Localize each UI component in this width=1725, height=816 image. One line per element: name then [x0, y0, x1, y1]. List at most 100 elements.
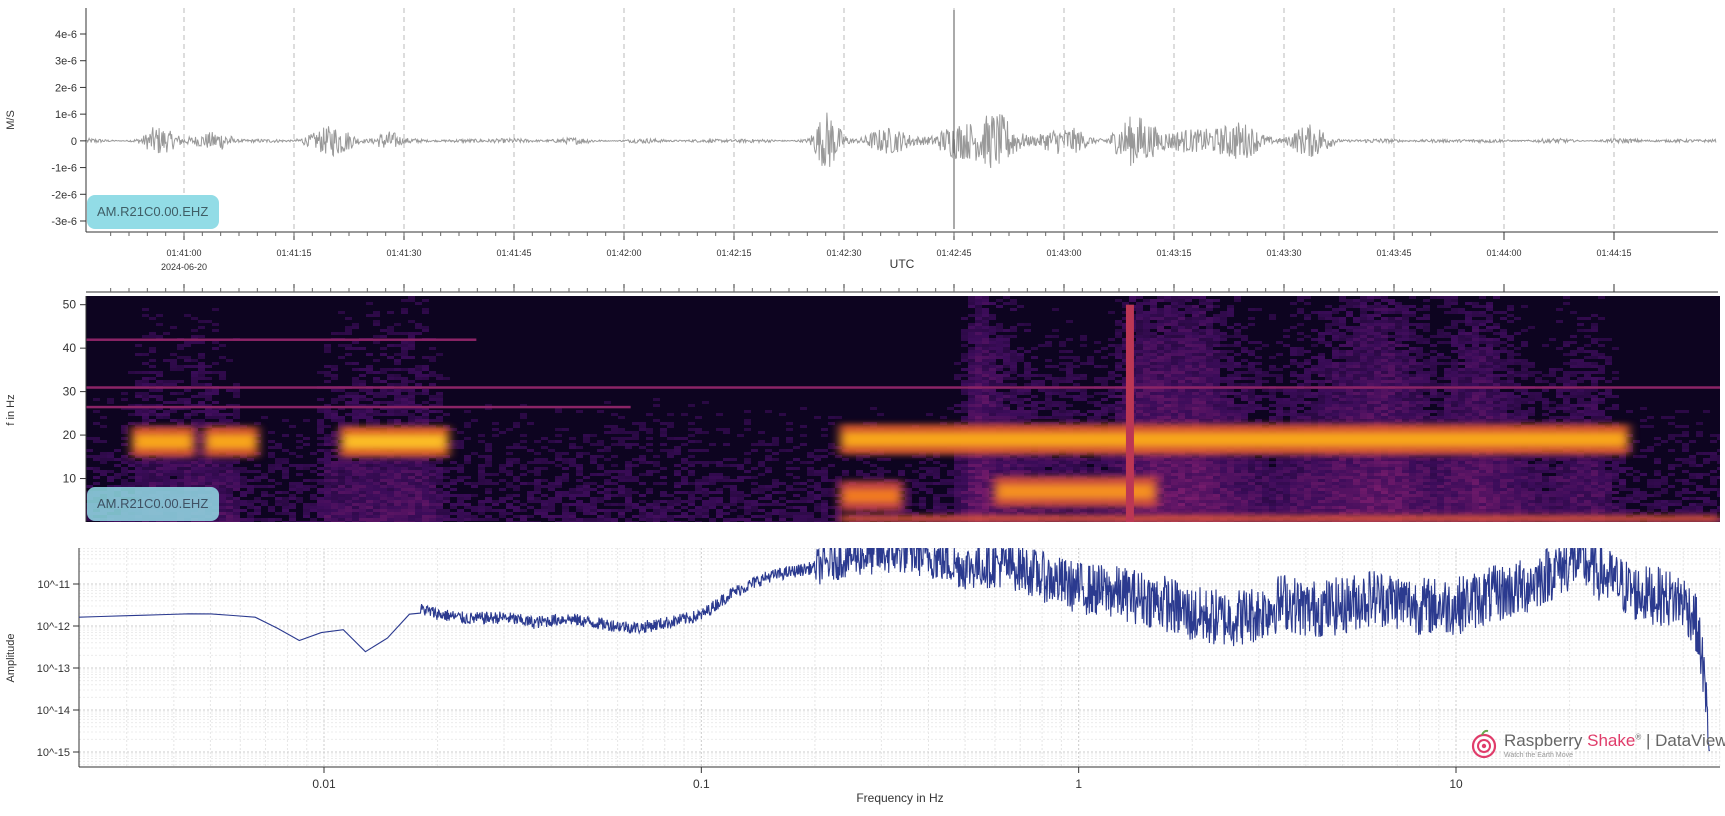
spectrogram-cell	[352, 464, 359, 467]
spectrogram-cell	[436, 497, 443, 500]
spectrogram-cell	[198, 452, 205, 455]
spectrogram-cell	[1171, 488, 1178, 491]
spectrogram-cell	[751, 506, 758, 509]
spectrogram-cell	[1038, 344, 1045, 347]
spectrogram-cell	[93, 398, 100, 401]
spectrogram-cell	[226, 521, 233, 524]
spectrogram-cell	[520, 473, 527, 476]
spectrogram-cell	[954, 500, 961, 503]
spectrogram-cell	[198, 461, 205, 464]
spectrogram-cell	[408, 497, 415, 500]
spectrogram-cell	[366, 314, 373, 317]
spectrogram-cell	[1003, 464, 1010, 467]
spectrogram-cell	[1052, 509, 1059, 512]
spectrogram-cell	[660, 491, 667, 494]
spectrogram-cell	[359, 494, 366, 497]
spectrogram-cell	[331, 440, 338, 443]
spectrogram-cell	[422, 488, 429, 491]
spectrogram-cell	[1017, 512, 1024, 515]
spectrogram-cell	[1094, 404, 1101, 407]
spectrogram-cell	[611, 503, 618, 506]
spectrogram-cell	[954, 479, 961, 482]
spectrogram-cell	[191, 467, 198, 470]
spectrogram-cell	[765, 515, 772, 518]
spectrogram-cell	[1143, 470, 1150, 473]
spectrogram-cell	[128, 521, 135, 524]
spectrogram-cell	[1171, 302, 1178, 305]
spectrogram-cell	[450, 440, 457, 443]
spectrogram-cell	[415, 494, 422, 497]
spectrogram-cell	[401, 422, 408, 425]
spectrogram-cell	[268, 494, 275, 497]
spectrogram-cell	[1031, 461, 1038, 464]
spectrogram-cell	[219, 506, 226, 509]
spectrogram-cell	[170, 401, 177, 404]
spectrogram-cell	[1115, 470, 1122, 473]
spectrogram-cell	[1157, 413, 1164, 416]
spectrogram-cell	[163, 467, 170, 470]
spectrogram-cell	[786, 521, 793, 524]
spectrogram-cell	[604, 497, 611, 500]
spectrogram-cell	[345, 491, 352, 494]
spectrogram-cell	[982, 491, 989, 494]
spectrogram-cell	[1143, 512, 1150, 515]
spectrogram-cell	[317, 509, 324, 512]
spectrogram-cell	[240, 518, 247, 521]
spectrogram-cell	[331, 476, 338, 479]
spectrogram-cell	[324, 515, 331, 518]
spectrogram-cell	[1143, 416, 1150, 419]
spectrogram-cell	[779, 521, 786, 524]
spectrogram-cell	[562, 473, 569, 476]
spectrogram-cell	[1143, 509, 1150, 512]
spectrogram-cell	[1164, 329, 1171, 332]
spectrogram-cell	[961, 407, 968, 410]
spectrogram-cell	[289, 452, 296, 455]
spectrogram-cell	[814, 521, 821, 524]
spectrogram-cell	[534, 461, 541, 464]
spectrogram-cell	[1115, 407, 1122, 410]
spectrogram-cell	[513, 461, 520, 464]
spectrogram-cell	[492, 428, 499, 431]
spectrogram-cell	[408, 494, 415, 497]
spectrogram-cell	[205, 473, 212, 476]
spectrogram-cell	[1017, 323, 1024, 326]
spectrogram-cell	[933, 473, 940, 476]
spectrogram-cell	[576, 488, 583, 491]
spectrogram-cell	[415, 497, 422, 500]
spectrogram-cell	[709, 482, 716, 485]
spectrogram-cell	[961, 401, 968, 404]
spectrogram-cell	[1143, 404, 1150, 407]
spectrogram-cell	[1164, 314, 1171, 317]
spectrogram-cell	[982, 401, 989, 404]
spectrogram-cell	[415, 518, 422, 521]
spectrogram-cell	[1059, 395, 1066, 398]
spectrogram-cell	[919, 506, 926, 509]
spectrogram-cell	[198, 467, 205, 470]
spectrogram-cell	[198, 362, 205, 365]
spectrogram-cell	[331, 506, 338, 509]
spectrogram-cell	[954, 491, 961, 494]
spectrogram-cell	[709, 506, 716, 509]
spectrogram-cell	[996, 347, 1003, 350]
spectrogram-cell	[387, 470, 394, 473]
spectrogram-cell	[373, 341, 380, 344]
spectrogram-cell	[1087, 509, 1094, 512]
waveform-x-tick-label: 01:42:45	[936, 248, 971, 258]
spectrogram-cell	[1143, 335, 1150, 338]
spectrogram-cell	[149, 479, 156, 482]
spectrogram-cell	[373, 311, 380, 314]
spectrogram-cell	[919, 473, 926, 476]
spectrogram-cell	[436, 416, 443, 419]
spectrogram-cell	[1171, 326, 1178, 329]
spectrogram-cell	[961, 389, 968, 392]
spectrogram-cell	[702, 500, 709, 503]
spectrogram-cell	[982, 413, 989, 416]
spectrogram-cell	[1052, 401, 1059, 404]
spectrogram-cell	[457, 509, 464, 512]
spectrogram-cell	[324, 365, 331, 368]
spectrogram-cell	[373, 494, 380, 497]
spectrogram-cell	[93, 455, 100, 458]
spectrogram-cell	[877, 413, 884, 416]
spectrogram-cell	[1010, 365, 1017, 368]
spectrogram-cell	[989, 458, 996, 461]
